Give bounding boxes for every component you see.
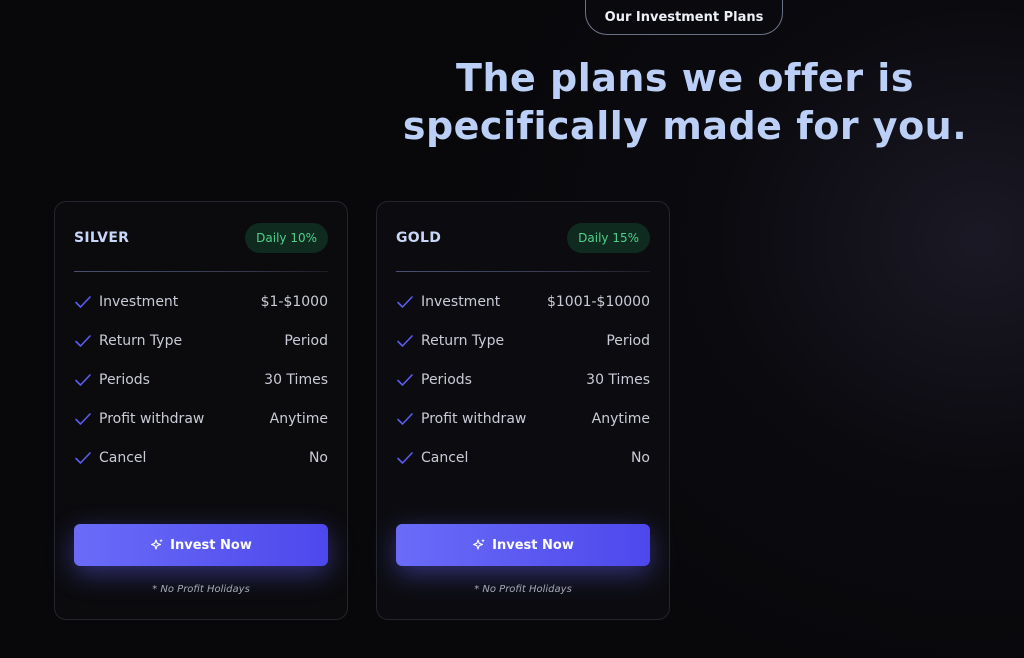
- check-icon: [75, 335, 91, 347]
- plan-card-gold: GOLD Daily 15% Investment $1001-$10000 R…: [376, 201, 670, 620]
- invest-now-label: Invest Now: [170, 537, 252, 553]
- detail-row-investment: Investment $1-$1000: [74, 294, 328, 333]
- no-profit-holidays-note: * No Profit Holidays: [474, 584, 572, 595]
- plan-card-header: GOLD Daily 15%: [396, 222, 650, 254]
- plan-name: SILVER: [74, 230, 130, 246]
- detail-value: 30 Times: [586, 372, 650, 388]
- detail-label: Cancel: [99, 450, 147, 466]
- detail-row-periods: Periods 30 Times: [396, 372, 650, 411]
- detail-value: Period: [284, 333, 328, 349]
- sparkle-icon: [151, 538, 164, 550]
- detail-row-return-type: Return Type Period: [74, 333, 328, 372]
- detail-label: Investment: [99, 294, 179, 310]
- headline-line-2: specifically made for you.: [402, 104, 968, 148]
- detail-value: Period: [606, 333, 650, 349]
- divider: [396, 271, 650, 272]
- detail-label: Cancel: [421, 450, 469, 466]
- check-icon: [397, 413, 413, 425]
- daily-rate-badge: Daily 10%: [245, 223, 328, 253]
- headline-line-1: The plans we offer is: [456, 56, 914, 100]
- plan-details: Investment $1-$1000 Return Type Period P…: [74, 294, 328, 489]
- detail-row-profit-withdraw: Profit withdraw Anytime: [74, 411, 328, 450]
- detail-value: $1-$1000: [260, 294, 328, 310]
- detail-label: Periods: [421, 372, 472, 388]
- divider: [74, 271, 328, 272]
- detail-value: Anytime: [591, 411, 650, 427]
- detail-row-investment: Investment $1001-$10000: [396, 294, 650, 333]
- detail-label: Return Type: [99, 333, 183, 349]
- detail-row-cancel: Cancel No: [74, 450, 328, 489]
- check-icon: [75, 452, 91, 464]
- invest-now-button[interactable]: Invest Now: [74, 524, 328, 566]
- section-eyebrow: Our Investment Plans: [585, 0, 783, 35]
- daily-rate-badge: Daily 15%: [567, 223, 650, 253]
- detail-row-profit-withdraw: Profit withdraw Anytime: [396, 411, 650, 450]
- detail-value: $1001-$10000: [546, 294, 650, 310]
- check-icon: [75, 296, 91, 308]
- detail-label: Periods: [99, 372, 150, 388]
- detail-label: Investment: [421, 294, 501, 310]
- detail-label: Profit withdraw: [99, 411, 205, 427]
- check-icon: [397, 296, 413, 308]
- check-icon: [75, 413, 91, 425]
- invest-now-button[interactable]: Invest Now: [396, 524, 650, 566]
- no-profit-holidays-note: * No Profit Holidays: [152, 584, 250, 595]
- check-icon: [397, 374, 413, 386]
- plan-name: GOLD: [396, 230, 442, 246]
- sparkle-icon: [473, 538, 486, 550]
- check-icon: [397, 335, 413, 347]
- detail-value: No: [308, 450, 328, 466]
- eyebrow-label: Our Investment Plans: [604, 10, 764, 25]
- plan-card-header: SILVER Daily 10%: [74, 222, 328, 254]
- check-icon: [397, 452, 413, 464]
- plan-details: Investment $1001-$10000 Return Type Peri…: [396, 294, 650, 489]
- detail-label: Profit withdraw: [421, 411, 527, 427]
- detail-value: No: [630, 450, 650, 466]
- check-icon: [75, 374, 91, 386]
- detail-row-cancel: Cancel No: [396, 450, 650, 489]
- invest-now-label: Invest Now: [492, 537, 574, 553]
- detail-row-return-type: Return Type Period: [396, 333, 650, 372]
- detail-row-periods: Periods 30 Times: [74, 372, 328, 411]
- detail-value: Anytime: [269, 411, 328, 427]
- section-headline: The plans we offer is specifically made …: [400, 54, 970, 150]
- plan-card-silver: SILVER Daily 10% Investment $1-$1000 Ret…: [54, 201, 348, 620]
- detail-value: 30 Times: [264, 372, 328, 388]
- detail-label: Return Type: [421, 333, 505, 349]
